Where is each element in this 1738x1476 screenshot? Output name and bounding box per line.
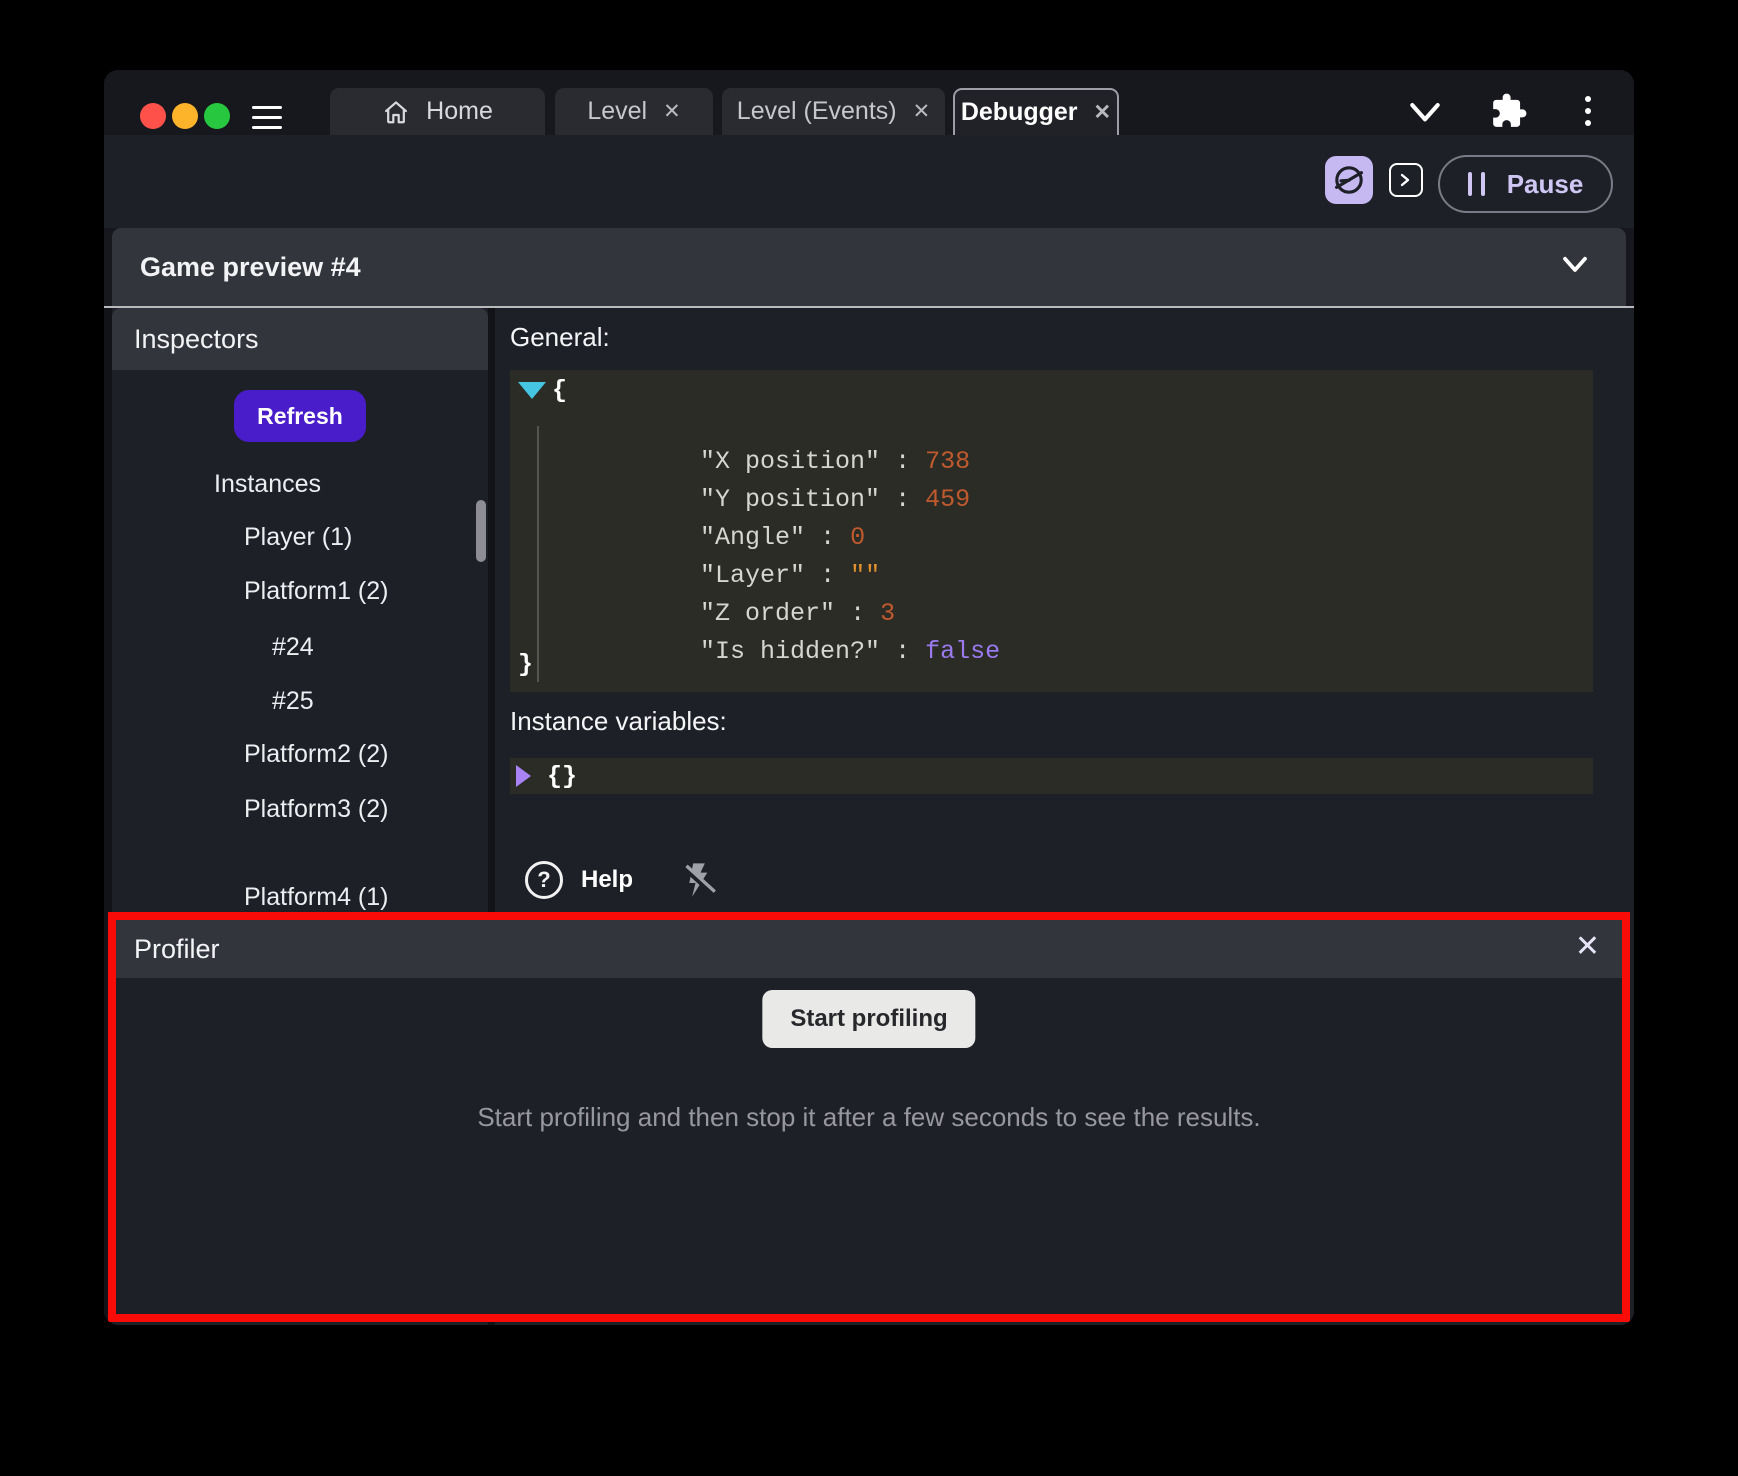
expand-triangle-icon[interactable] — [518, 382, 546, 399]
close-icon[interactable]: ✕ — [1575, 932, 1600, 962]
app-window: Home Level ✕ Level (Events) ✕ Debugger ✕ — [104, 70, 1634, 1325]
chevron-down-icon[interactable] — [1560, 254, 1590, 276]
tab-label: Home — [426, 97, 493, 126]
title-bar: Home Level ✕ Level (Events) ✕ Debugger ✕ — [104, 70, 1634, 135]
inspectors-title: Inspectors — [134, 324, 259, 355]
tab-label: Debugger — [961, 98, 1078, 127]
json-value: false — [925, 637, 1000, 666]
console-prompt-icon — [1396, 170, 1416, 190]
tree-guide-line — [537, 426, 539, 682]
tab-level-events[interactable]: Level (Events) ✕ — [722, 88, 945, 135]
json-open-brace: { — [552, 376, 567, 405]
console-button[interactable] — [1389, 163, 1423, 197]
inspectors-header: Inspectors — [112, 308, 488, 370]
sidebar-item-platform3[interactable]: Platform3 (2) — [244, 795, 388, 824]
sidebar-item-platform4[interactable]: Platform4 (1) — [244, 883, 388, 912]
json-row-is-hidden: "Is hidden?" : false — [580, 608, 1000, 695]
sidebar-item-instance-25[interactable]: #25 — [272, 687, 314, 716]
tab-close-icon[interactable]: ✕ — [913, 101, 931, 122]
tab-label: Level (Events) — [737, 97, 897, 126]
tab-debugger[interactable]: Debugger ✕ — [953, 88, 1119, 135]
puzzle-extension-icon[interactable] — [1490, 92, 1528, 130]
pause-button[interactable]: Pause — [1438, 155, 1613, 213]
profiler-panel: Profiler ✕ Start profiling Start profili… — [108, 912, 1630, 1322]
help-row: ? Help — [525, 860, 719, 900]
sidebar-item-instance-24[interactable]: #24 — [272, 633, 314, 662]
traffic-light-close[interactable] — [140, 103, 166, 129]
home-icon — [382, 98, 410, 126]
help-icon[interactable]: ? — [525, 861, 563, 899]
profiler-title: Profiler — [134, 934, 220, 965]
general-section-title: General: — [510, 322, 610, 353]
tab-level[interactable]: Level ✕ — [555, 88, 713, 135]
kebab-menu-icon[interactable] — [1585, 96, 1591, 132]
sidebar-item-instances[interactable]: Instances — [214, 470, 321, 499]
instance-variables-title: Instance variables: — [510, 706, 727, 737]
help-label[interactable]: Help — [581, 866, 633, 894]
json-close-brace: } — [518, 650, 533, 679]
sidebar-scrollbar-thumb[interactable] — [476, 500, 486, 562]
variables-empty-object: {} — [547, 762, 577, 791]
sidebar-item-player[interactable]: Player (1) — [244, 523, 352, 552]
profiler-hint-text: Start profiling and then stop it after a… — [116, 1102, 1622, 1133]
sidebar-item-platform1[interactable]: Platform1 (2) — [244, 577, 388, 606]
pause-icon — [1468, 172, 1485, 196]
traffic-light-zoom[interactable] — [204, 103, 230, 129]
sidebar-item-platform2[interactable]: Platform2 (2) — [244, 740, 388, 769]
general-json-tree: { "X position" : 738 "Y position" : 459 … — [510, 370, 1593, 692]
flash-off-icon[interactable] — [679, 860, 719, 900]
tab-label: Level — [587, 97, 647, 126]
tab-close-icon[interactable]: ✕ — [663, 101, 681, 122]
collapse-triangle-icon[interactable] — [516, 765, 531, 787]
profiler-speedometer-button[interactable] — [1325, 156, 1373, 204]
speedometer-icon — [1332, 163, 1366, 197]
chevron-down-icon[interactable] — [1406, 100, 1444, 126]
profiler-header: Profiler ✕ — [116, 920, 1622, 978]
pause-label: Pause — [1507, 169, 1584, 200]
tab-close-icon[interactable]: ✕ — [1094, 102, 1112, 123]
instance-variables-tree: {} — [510, 758, 1593, 794]
tab-home[interactable]: Home — [330, 88, 545, 135]
traffic-light-minimize[interactable] — [172, 103, 198, 129]
game-preview-title: Game preview #4 — [140, 252, 361, 283]
debugger-toolbar: Pause — [104, 135, 1634, 228]
hamburger-menu-icon[interactable] — [252, 106, 282, 132]
json-value: 459 — [925, 485, 970, 514]
game-preview-header[interactable]: Game preview #4 — [112, 228, 1626, 306]
start-profiling-button[interactable]: Start profiling — [762, 990, 975, 1048]
refresh-button[interactable]: Refresh — [234, 390, 366, 442]
json-key: "Is hidden?" — [700, 637, 880, 666]
